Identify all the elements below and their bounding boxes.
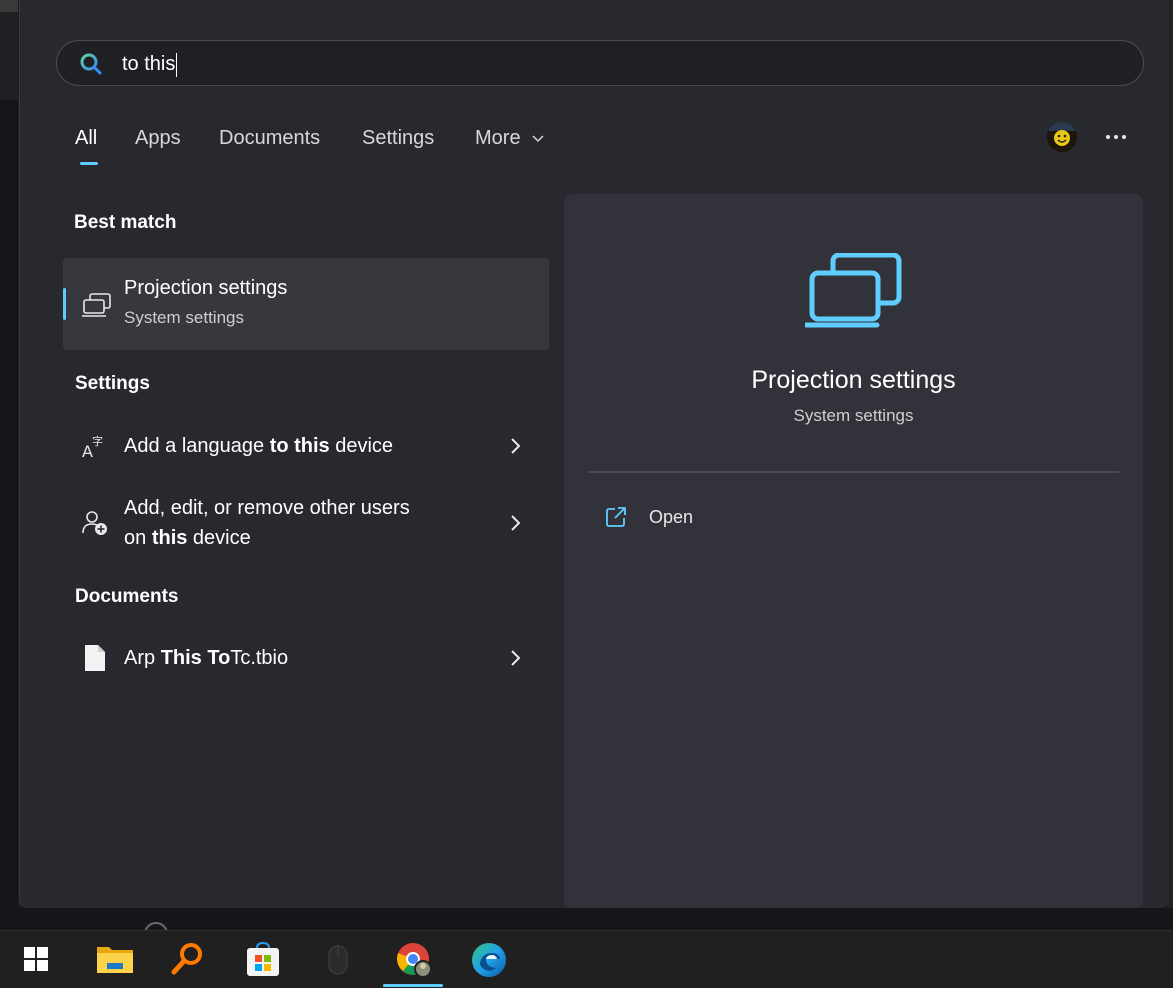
mouse-app-icon bbox=[328, 945, 348, 975]
best-match-title: Projection settings bbox=[124, 277, 288, 299]
label-part: Arp bbox=[124, 647, 161, 669]
more-options-icon[interactable] bbox=[1104, 128, 1128, 146]
list-item-add-language[interactable]: A 字 Add a language to this device bbox=[63, 428, 549, 464]
tab-more[interactable]: More bbox=[475, 127, 544, 150]
divider bbox=[588, 471, 1119, 473]
section-settings: Settings bbox=[75, 373, 150, 394]
best-match-subtitle: System settings bbox=[124, 308, 244, 327]
tab-more-label: More bbox=[475, 127, 521, 149]
list-item-label-line1: Add, edit, or remove other users bbox=[124, 497, 410, 519]
desktop-area bbox=[0, 908, 1173, 930]
label-part: Tc.tbio bbox=[230, 647, 289, 669]
chevron-down-icon bbox=[532, 135, 544, 142]
label-part: on bbox=[124, 527, 152, 549]
label-match: to this bbox=[269, 435, 330, 457]
list-item-label-line2: on this device bbox=[124, 523, 251, 553]
open-button[interactable]: Open bbox=[604, 501, 804, 533]
avatar[interactable] bbox=[1047, 122, 1077, 152]
active-tab-indicator bbox=[80, 162, 98, 165]
document-icon bbox=[85, 645, 105, 671]
label-part: device bbox=[329, 435, 394, 457]
start-icon bbox=[24, 947, 48, 971]
microsoft-store-icon bbox=[247, 941, 279, 976]
preview-pane: Projection settings System settings Open bbox=[564, 194, 1143, 908]
projection-icon bbox=[82, 293, 111, 317]
section-best-match: Best match bbox=[74, 212, 177, 233]
projection-icon-large bbox=[805, 253, 902, 328]
edge-icon bbox=[472, 943, 506, 977]
language-icon: A 字 bbox=[82, 434, 103, 460]
selection-accent bbox=[63, 288, 66, 320]
taskbar-edge[interactable] bbox=[458, 931, 518, 988]
taskbar-mouse-app[interactable] bbox=[308, 931, 368, 988]
taskbar-microsoft-store[interactable] bbox=[233, 931, 293, 988]
chrome-icon bbox=[397, 943, 432, 978]
taskbar-start-button[interactable] bbox=[6, 931, 66, 988]
section-documents: Documents bbox=[75, 586, 179, 607]
search-icon bbox=[80, 53, 102, 75]
tab-documents[interactable]: Documents bbox=[219, 127, 320, 150]
start-search-panel: to this All Apps Documents Settings More… bbox=[19, 0, 1169, 908]
tab-settings[interactable]: Settings bbox=[362, 127, 434, 150]
background-window-dark bbox=[0, 100, 18, 930]
taskbar-chrome[interactable] bbox=[383, 931, 443, 988]
svg-text:字: 字 bbox=[92, 434, 103, 448]
label-part: Add a language bbox=[124, 435, 270, 457]
chevron-right-icon bbox=[511, 515, 521, 531]
open-external-icon bbox=[606, 507, 626, 527]
list-item-label: Arp This ToTc.tbio bbox=[124, 643, 288, 673]
label-part: device bbox=[187, 527, 251, 549]
taskbar-search-app[interactable] bbox=[158, 931, 218, 988]
open-label: Open bbox=[649, 507, 694, 527]
file-explorer-icon bbox=[97, 947, 133, 973]
preview-subtitle: System settings bbox=[793, 406, 914, 425]
search-app-icon bbox=[171, 943, 202, 975]
search-query: to this bbox=[122, 53, 176, 75]
list-item-document[interactable]: Arp This ToTc.tbio bbox=[63, 640, 549, 676]
label-match: this bbox=[151, 527, 188, 549]
taskbar bbox=[0, 930, 1173, 988]
user-add-icon bbox=[82, 511, 107, 535]
preview-title: Projection settings bbox=[751, 366, 956, 394]
taskbar-file-explorer[interactable] bbox=[83, 931, 143, 988]
text-caret bbox=[176, 52, 178, 77]
chevron-right-icon bbox=[511, 438, 521, 454]
search-input[interactable]: to this bbox=[122, 52, 178, 77]
list-item-label: Add a language to this device bbox=[124, 431, 393, 461]
background-window-titlebar bbox=[0, 0, 18, 12]
best-match-item[interactable]: Projection settings System settings bbox=[63, 258, 549, 350]
tab-all[interactable]: All bbox=[75, 127, 97, 150]
label-match: This To bbox=[160, 647, 231, 669]
chevron-right-icon bbox=[511, 650, 521, 666]
tab-apps[interactable]: Apps bbox=[135, 127, 181, 150]
profile-icon bbox=[1047, 122, 1077, 152]
list-item-manage-users[interactable]: Add, edit, or remove other users on this… bbox=[63, 493, 549, 555]
search-box[interactable]: to this bbox=[56, 40, 1144, 86]
